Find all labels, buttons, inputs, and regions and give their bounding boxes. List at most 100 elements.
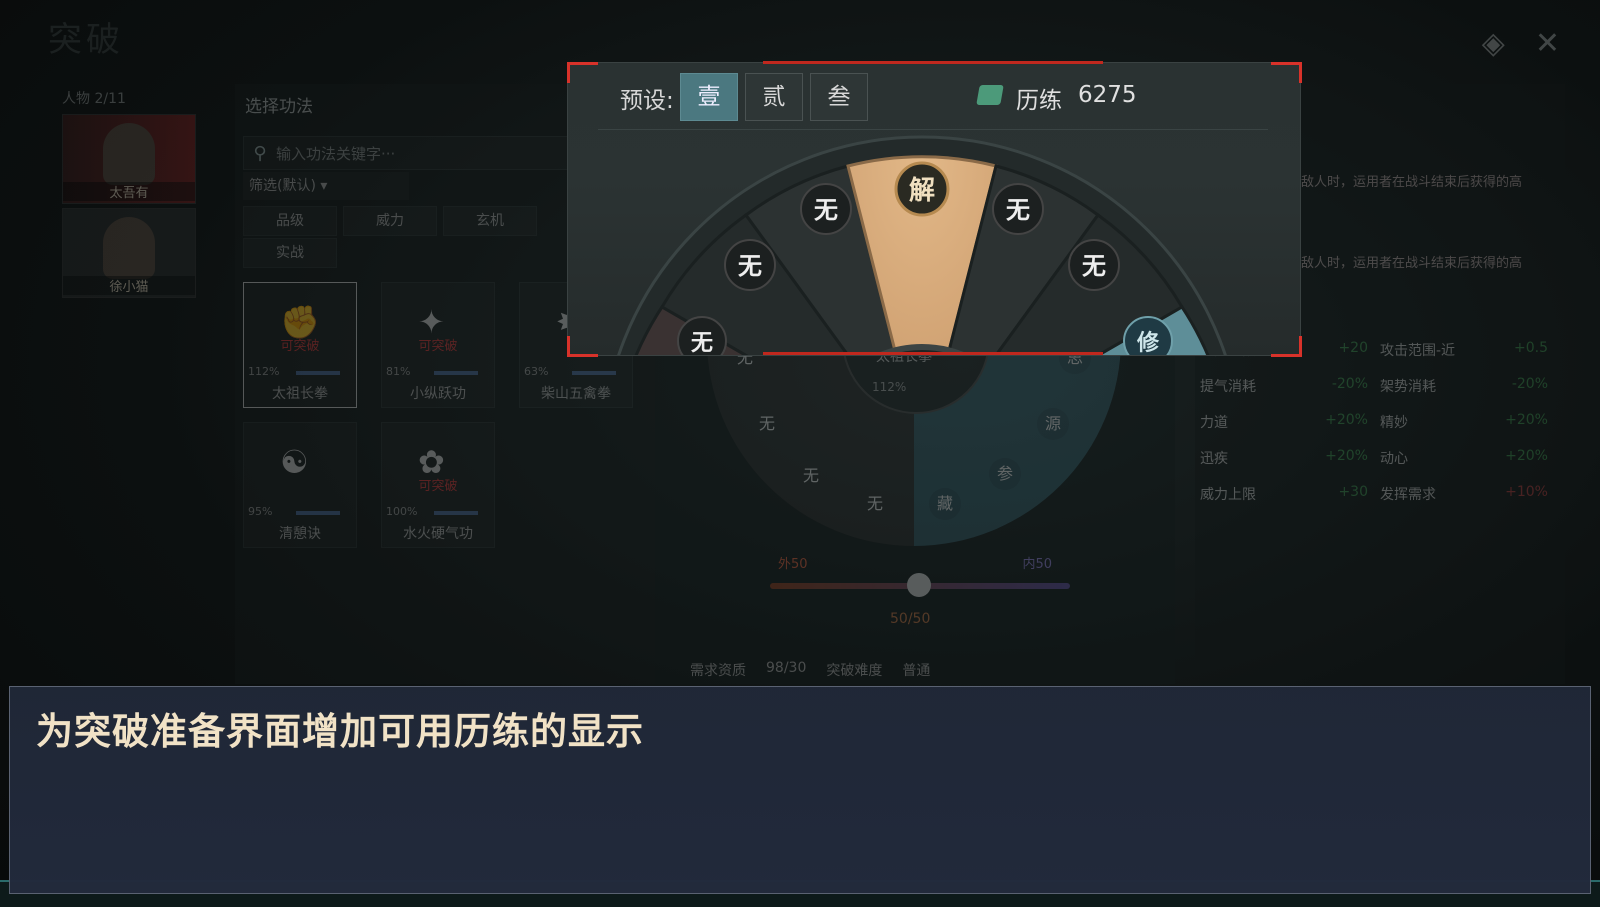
highlight-char: 解 [909, 176, 935, 206]
stat-value: +10% [1505, 484, 1548, 500]
stat-row: 架势消耗 -20% [1380, 376, 1560, 396]
stat-value: +0.5 [1514, 340, 1548, 356]
stat-name: 威力上限 [1200, 487, 1256, 503]
character-count: 人物 2/11 [62, 91, 126, 107]
progress-bar [296, 511, 340, 515]
skill-name: 柴山五禽拳 [541, 386, 611, 402]
skill-card[interactable]: ✿ 可突破 100% 水火硬气功 [381, 422, 495, 548]
progress-bar [434, 511, 478, 515]
stat-name: 迅疾 [1200, 451, 1228, 467]
character-name: 徐小猫 [63, 276, 195, 295]
skill-name: 水火硬气功 [403, 526, 473, 542]
stat-name: 提气消耗 [1200, 379, 1256, 395]
skill-card[interactable]: ☯ 95% 清憩诀 [243, 422, 357, 548]
wheel-node[interactable]: 无 [800, 183, 852, 235]
skill-card[interactable]: ✦ 可突破 81% 小纵跃功 [381, 282, 495, 408]
wheel-node[interactable]: 无 [1068, 239, 1120, 291]
stat-value: +20% [1505, 412, 1548, 428]
wheel-node[interactable]: 参 [989, 458, 1021, 490]
skill-percent: 63% [524, 365, 549, 378]
node-char: 无 [814, 195, 838, 224]
wheel-node[interactable]: 无 [724, 239, 776, 291]
character-card[interactable]: 徐小猫 [62, 208, 196, 298]
preset-label: 预设: [620, 88, 674, 114]
search-icon: ⚲ [253, 142, 267, 164]
wheel-node[interactable]: 藏 [929, 488, 961, 520]
stat-row: 威力上限 +30 [1200, 484, 1380, 504]
sort-button[interactable]: 威力 [343, 206, 437, 236]
sort-row: 品级 威力 玄机 [243, 206, 537, 236]
stat-value: +30 [1338, 484, 1368, 500]
wheel-node[interactable]: 无 [859, 488, 891, 520]
frame-corner [567, 336, 598, 357]
filter-label: 筛选(默认) [249, 178, 316, 194]
wheel-node[interactable]: 无 [992, 183, 1044, 235]
filter-dropdown[interactable]: 筛选(默认) ▾ [243, 172, 409, 200]
avatar [103, 217, 155, 279]
top-icons: ◈ ✕ [1482, 26, 1560, 61]
search-placeholder: 输入功法关键字··· [276, 144, 396, 163]
node-char: 无 [691, 330, 713, 355]
stat-row: 发挥需求 +10% [1380, 484, 1560, 504]
wheel-node[interactable]: 无 [677, 316, 727, 355]
stat-value: +20% [1325, 448, 1368, 464]
skill-name: 清憩诀 [279, 526, 321, 542]
stat-name: 动心 [1380, 451, 1408, 467]
difficulty-label: 突破难度 [826, 663, 883, 679]
skill-percent: 100% [386, 505, 418, 518]
balance-knob[interactable] [907, 573, 931, 597]
scroll-icon [976, 85, 1004, 105]
wheel-node[interactable]: 无 [751, 408, 783, 440]
stat-name: 精妙 [1380, 415, 1408, 431]
sort-button[interactable]: 品级 [243, 206, 337, 236]
stat-row: 提气消耗 -20% [1200, 376, 1380, 396]
close-icon[interactable]: ✕ [1535, 26, 1560, 61]
wheel-svg: 解 无 无 无 无 无 修 [617, 135, 1227, 355]
meditate-icon: ☯ [280, 443, 309, 481]
page-title: 突破 [48, 20, 124, 60]
preset-popup: 解 无 无 无 无 无 修 预设: 壹 贰 叁 历练 6275 [567, 62, 1301, 356]
skill-percent: 81% [386, 365, 411, 378]
progress-bar [296, 371, 340, 375]
effect-description: 击败敌人时，运用者在战斗结束后获得的高 [1275, 175, 1523, 190]
popup-frame-bottom [763, 352, 1103, 355]
frame-corner [1271, 336, 1302, 357]
stat-row: 力道 +20% [1200, 412, 1380, 432]
effect-description: 击败敌人时，运用者在战斗结束后获得的高 [1275, 256, 1523, 271]
popup-frame-top [763, 61, 1103, 64]
req-label: 需求资质 [690, 663, 746, 679]
avatar [103, 123, 155, 185]
sort-button[interactable]: 玄机 [443, 206, 537, 236]
preset-button-2[interactable]: 贰 [745, 73, 803, 121]
stat-name: 攻击范围-近 [1380, 343, 1456, 359]
progress-bar [434, 371, 478, 375]
skill-percent: 112% [248, 365, 280, 378]
node-char: 无 [1006, 195, 1030, 224]
sort-button[interactable]: 实战 [243, 238, 337, 268]
wheel-center-percent: 112% [872, 380, 907, 394]
stat-value: +20 [1338, 340, 1368, 356]
preset-button-1[interactable]: 壹 [680, 73, 738, 121]
wheel-node-teal[interactable]: 修 [1123, 316, 1173, 355]
node-char: 无 [738, 251, 762, 280]
divider [598, 129, 1268, 130]
stat-value: +20% [1325, 412, 1368, 428]
wheel-node[interactable]: 源 [1037, 408, 1069, 440]
preset-button-3[interactable]: 叁 [810, 73, 868, 121]
caption-text: 为突破准备界面增加可用历练的显示 [36, 710, 644, 753]
stat-row: 攻击范围-近 +0.5 [1380, 340, 1560, 360]
skill-percent: 95% [248, 505, 273, 518]
skill-card[interactable]: ✊ 可突破 112% 太祖长拳 [243, 282, 357, 408]
stat-name: 发挥需求 [1380, 487, 1436, 503]
balance-right-label: 内50 [1022, 557, 1052, 572]
wheel-node-highlight[interactable]: 解 [894, 161, 950, 217]
character-card[interactable]: 太吾有 [62, 114, 196, 204]
stat-value: +20% [1505, 448, 1548, 464]
caption-box: 为突破准备界面增加可用历练的显示 [9, 686, 1591, 894]
popup-wheel: 解 无 无 无 无 无 修 [568, 63, 1300, 355]
frame-corner [567, 62, 598, 83]
balance-value: 50/50 [890, 611, 931, 627]
book-icon[interactable]: ◈ [1482, 26, 1505, 61]
wheel-node[interactable]: 无 [795, 460, 827, 492]
frame-corner [1271, 62, 1302, 83]
